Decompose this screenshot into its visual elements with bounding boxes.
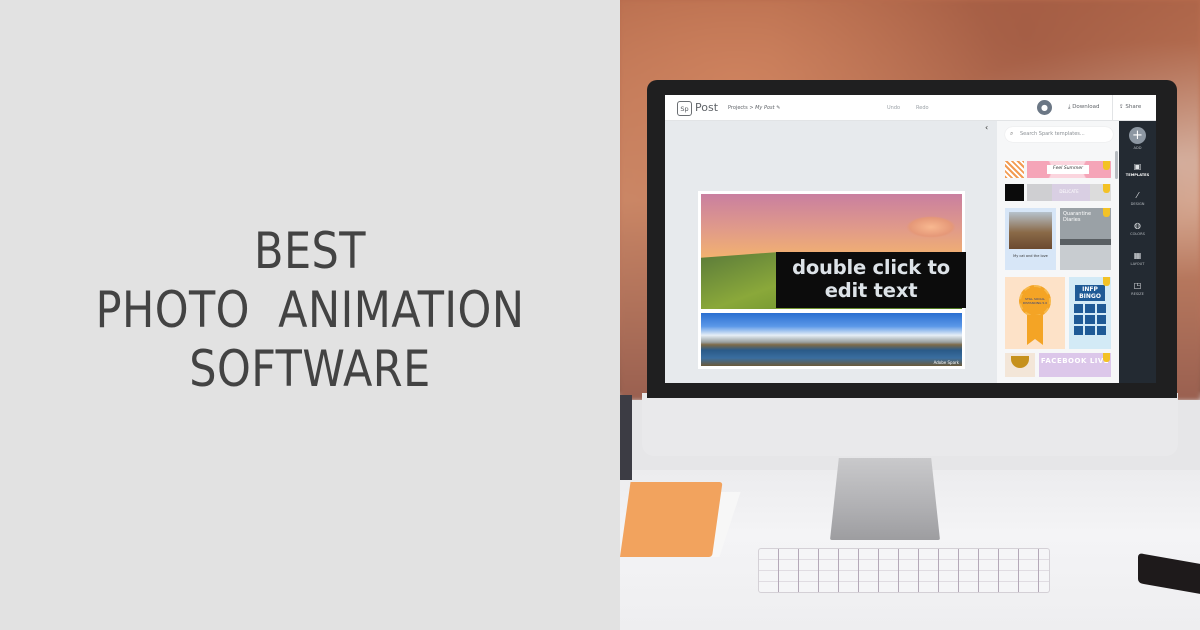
template-card[interactable]: My cat and the love xyxy=(1005,208,1056,270)
pencil-icon[interactable]: ✎ xyxy=(776,105,780,111)
rail-layout[interactable]: ▦ LAYOUT xyxy=(1119,251,1156,266)
template-title: Quarantine Diaries xyxy=(1063,211,1092,223)
bingo-grid xyxy=(1074,304,1106,335)
right-tool-rail: + ADD ▣ TEMPLATES ⁄ DESIGN ◍ COLORS ▦ LAYOUT … xyxy=(1119,121,1156,383)
share-label: Share xyxy=(1125,104,1142,110)
rail-label: COLORS xyxy=(1130,232,1145,236)
template-title: INFP BINGO xyxy=(1075,285,1105,301)
breadcrumb-projects[interactable]: Projects xyxy=(728,105,748,111)
template-card[interactable]: FACEBOOK LIVE xyxy=(1039,353,1111,377)
divider xyxy=(1112,95,1113,121)
palette-icon: ◍ xyxy=(1134,221,1141,230)
download-label: Download xyxy=(1072,104,1100,110)
template-card[interactable] xyxy=(1005,353,1035,377)
template-title: FACEBOOK LIVE xyxy=(1040,357,1110,365)
spark-post-app: Sp Post Projects > My Post ✎ Undo Redo ●… xyxy=(665,95,1156,383)
template-title: STILL SOCIAL DISTANCING 5.0 xyxy=(1022,297,1048,305)
plus-icon: + xyxy=(1129,127,1146,144)
headline-line-1: BEST xyxy=(254,222,366,280)
rail-label: DESIGN xyxy=(1130,202,1145,206)
title-panel: BEST PHOTO ANIMATION SOFTWARE xyxy=(0,0,620,630)
rail-templates[interactable]: ▣ TEMPLATES xyxy=(1119,162,1156,177)
headline-line-2: PHOTO ANIMATION xyxy=(95,281,525,339)
undo-button[interactable]: Undo xyxy=(887,105,900,111)
template-title: My cat and the love xyxy=(1013,254,1048,258)
photo-credit: Adobe Spark xyxy=(933,360,959,365)
templates-panel: ⌕ Search Spark templates... Feel Summer … xyxy=(997,121,1119,383)
rail-label: TEMPLATES xyxy=(1125,173,1150,177)
template-card[interactable]: STILL SOCIAL DISTANCING 5.0 xyxy=(1005,277,1065,349)
keyboard xyxy=(758,548,1050,593)
template-card[interactable]: Quarantine Diaries xyxy=(1060,208,1111,270)
monitor-stand xyxy=(830,458,940,540)
canvas-area: Adobe Spark double click to edit text xyxy=(665,121,997,383)
rail-label: LAYOUT xyxy=(1130,262,1145,266)
premium-badge-icon xyxy=(1103,277,1110,286)
breadcrumb-separator: > xyxy=(749,105,754,111)
rail-design[interactable]: ⁄ DESIGN xyxy=(1119,191,1156,206)
rail-colors[interactable]: ◍ COLORS xyxy=(1119,221,1156,236)
template-card[interactable]: DELICATE xyxy=(1027,184,1111,201)
download-button[interactable]: ⤓ Download xyxy=(1068,104,1100,111)
template-title: DELICATE xyxy=(1059,189,1079,194)
download-icon: ⤓ xyxy=(1068,104,1071,110)
breadcrumb: Projects > My Post ✎ xyxy=(728,105,780,111)
redo-button[interactable]: Redo xyxy=(916,105,929,111)
chevron-left-icon[interactable]: ‹ xyxy=(985,123,988,132)
premium-badge-icon xyxy=(1103,184,1110,193)
template-card[interactable]: INFP BINGO xyxy=(1069,277,1111,349)
premium-badge-icon xyxy=(1103,353,1110,362)
template-card[interactable] xyxy=(1005,184,1024,201)
magic-wand-icon: ⁄ xyxy=(1136,191,1139,200)
monitor-chin xyxy=(642,393,1178,456)
scrollbar[interactable] xyxy=(1115,151,1118,179)
template-card[interactable]: Feel Summer xyxy=(1027,161,1111,178)
template-card[interactable] xyxy=(1005,161,1024,178)
trophy-icon xyxy=(1011,356,1029,368)
orange-folder xyxy=(620,482,723,557)
post-canvas[interactable]: Adobe Spark double click to edit text xyxy=(698,191,966,369)
template-title: Feel Summer xyxy=(1047,165,1089,174)
layout-icon: ▦ xyxy=(1133,251,1142,260)
rail-resize[interactable]: ◳ RESIZE xyxy=(1119,281,1156,296)
headline: BEST PHOTO ANIMATION SOFTWARE xyxy=(0,222,620,399)
cloud xyxy=(906,216,956,238)
logo-mark[interactable]: Sp xyxy=(677,101,692,116)
mug xyxy=(620,395,632,480)
share-icon: ⇪ xyxy=(1119,104,1124,110)
dog-photo xyxy=(1009,212,1052,249)
logo-name[interactable]: Post xyxy=(695,101,718,114)
rail-label: ADD xyxy=(1133,146,1142,150)
search-icon: ⌕ xyxy=(1010,130,1014,137)
rail-add[interactable]: + ADD xyxy=(1119,127,1156,150)
premium-badge-icon xyxy=(1103,208,1110,217)
user-icon[interactable]: ● xyxy=(1037,100,1052,115)
resize-icon: ◳ xyxy=(1133,281,1142,290)
rosette-icon: STILL SOCIAL DISTANCING 5.0 xyxy=(1019,285,1051,317)
search-input[interactable]: ⌕ Search Spark templates... xyxy=(1005,127,1113,142)
editable-text-box[interactable]: double click to edit text xyxy=(776,252,966,308)
search-placeholder: Search Spark templates... xyxy=(1020,131,1085,137)
lake-mountain-photo[interactable]: Adobe Spark xyxy=(701,313,962,366)
top-bar: Sp Post Projects > My Post ✎ Undo Redo ●… xyxy=(665,95,1156,121)
breadcrumb-current[interactable]: My Post xyxy=(755,105,775,111)
premium-badge-icon xyxy=(1103,161,1110,170)
share-button[interactable]: ⇪ Share xyxy=(1119,104,1141,110)
headline-line-3: SOFTWARE xyxy=(189,340,431,398)
templates-icon: ▣ xyxy=(1133,162,1142,171)
rail-label: RESIZE xyxy=(1131,292,1144,296)
ribbon xyxy=(1027,315,1043,345)
